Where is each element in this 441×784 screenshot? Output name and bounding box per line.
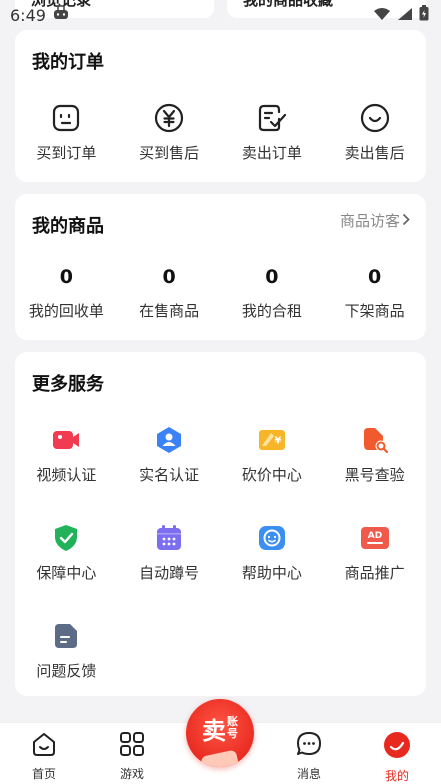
- shield-icon: [50, 522, 82, 554]
- tab-label: 消息: [296, 767, 321, 781]
- tab-games[interactable]: 游戏: [102, 731, 162, 782]
- blacklist-check-icon: [359, 424, 391, 456]
- svg-text:¥: ¥: [274, 436, 281, 447]
- game-controller-icon: [52, 5, 70, 25]
- goods-count: 0: [368, 266, 382, 288]
- status-bar: 6:49: [0, 0, 441, 30]
- orders-title: 我的订单: [32, 52, 104, 73]
- service-label: 视频认证: [36, 466, 97, 484]
- goods-item-label: 在售商品: [139, 302, 200, 320]
- wifi-icon: [373, 6, 391, 25]
- service-label: 帮助中心: [241, 564, 302, 582]
- service-promote[interactable]: AD 商品推广: [323, 522, 426, 583]
- home-icon: [31, 731, 57, 761]
- user-badge-icon: [153, 424, 185, 456]
- order-item-label: 买到售后: [139, 144, 200, 162]
- tab-label: 首页: [31, 767, 56, 781]
- order-item-bought-aftersale[interactable]: 买到售后: [118, 102, 221, 163]
- sell-small-bottom: 号: [227, 727, 238, 740]
- tab-messages[interactable]: 消息: [279, 731, 339, 782]
- goods-item-offshelf[interactable]: 0 下架商品: [323, 266, 426, 321]
- service-auto-watch[interactable]: 自动蹲号: [118, 522, 221, 583]
- ad-icon: AD: [359, 522, 391, 554]
- goods-item-label: 我的回收单: [28, 302, 104, 320]
- service-feedback[interactable]: 问题反馈: [15, 620, 118, 681]
- tab-label: 游戏: [119, 767, 144, 781]
- service-label: 商品推广: [344, 564, 405, 582]
- tab-label: 我的: [384, 769, 409, 783]
- profile-icon: [383, 731, 411, 763]
- help-face-icon: [256, 522, 288, 554]
- goods-count: 0: [59, 266, 73, 288]
- order-item-label: 买到订单: [36, 144, 97, 162]
- service-video-verify[interactable]: 视频认证: [15, 424, 118, 485]
- goods-item-recycle[interactable]: 0 我的回收单: [15, 266, 118, 321]
- service-label: 砍价中心: [241, 466, 302, 484]
- order-item-sold-aftersale[interactable]: 卖出售后: [323, 102, 426, 163]
- goods-visitors-label: 商品访客: [339, 212, 400, 230]
- goods-item-onsale[interactable]: 0 在售商品: [118, 266, 221, 321]
- bargain-icon: ¥: [256, 424, 288, 456]
- battery-icon: [419, 5, 429, 25]
- service-guarantee[interactable]: 保障中心: [15, 522, 118, 583]
- calendar-icon: [153, 522, 185, 554]
- service-label: 问题反馈: [36, 662, 97, 680]
- chevron-right-icon: [402, 212, 410, 230]
- goods-card: 我的商品 商品访客 0 我的回收单 0 在售商品 0 我的合租 0 下架商品: [15, 194, 426, 340]
- goods-count: 0: [162, 266, 176, 288]
- goods-visitors-link[interactable]: 商品访客: [340, 210, 410, 231]
- service-label: 实名认证: [139, 466, 200, 484]
- service-bargain[interactable]: ¥ 砍价中心: [221, 424, 324, 485]
- service-label: 黑号查验: [344, 466, 405, 484]
- sell-coin-decoration: [200, 749, 240, 767]
- service-label: 保障中心: [36, 564, 97, 582]
- goods-count: 0: [265, 266, 279, 288]
- tab-profile[interactable]: 我的: [367, 731, 427, 784]
- service-blacklist-check[interactable]: 黑号查验: [323, 424, 426, 485]
- status-time: 6:49: [10, 5, 46, 25]
- goods-item-label: 下架商品: [344, 302, 405, 320]
- video-icon: [50, 424, 82, 456]
- order-item-label: 卖出订单: [241, 144, 302, 162]
- message-icon: [296, 731, 322, 761]
- services-card: 更多服务 视频认证 实名认证 ¥ 砍价中心 黑号查验 保障中心 自动蹲号 帮助中…: [15, 352, 426, 696]
- grid-icon: [119, 731, 145, 761]
- sell-big-label: 卖: [202, 715, 226, 745]
- services-title: 更多服务: [32, 374, 104, 395]
- goods-title: 我的商品: [32, 216, 104, 237]
- orders-card: 我的订单 买到订单 买到售后 卖出订单 卖出售后: [15, 30, 426, 182]
- smile-icon: [359, 102, 391, 134]
- order-item-sold[interactable]: 卖出订单: [221, 102, 324, 163]
- order-item-bought[interactable]: 买到订单: [15, 102, 118, 163]
- signal-icon: [397, 6, 413, 25]
- goods-item-share[interactable]: 0 我的合租: [221, 266, 324, 321]
- sell-account-button[interactable]: 卖 账 号: [186, 699, 254, 767]
- goods-item-label: 我的合租: [241, 302, 302, 320]
- svg-text:AD: AD: [367, 531, 381, 541]
- order-item-label: 卖出售后: [344, 144, 405, 162]
- buy-order-icon: [50, 102, 82, 134]
- tab-home[interactable]: 首页: [14, 731, 74, 782]
- service-label: 自动蹲号: [139, 564, 200, 582]
- yen-icon: [153, 102, 185, 134]
- sell-small-label: 账 号: [227, 716, 238, 740]
- service-help[interactable]: 帮助中心: [221, 522, 324, 583]
- feedback-icon: [50, 620, 82, 652]
- bottom-tab-bar: 首页 游戏 卖 账 号 消息 我的: [0, 699, 441, 784]
- service-realname[interactable]: 实名认证: [118, 424, 221, 485]
- sell-order-icon: [256, 102, 288, 134]
